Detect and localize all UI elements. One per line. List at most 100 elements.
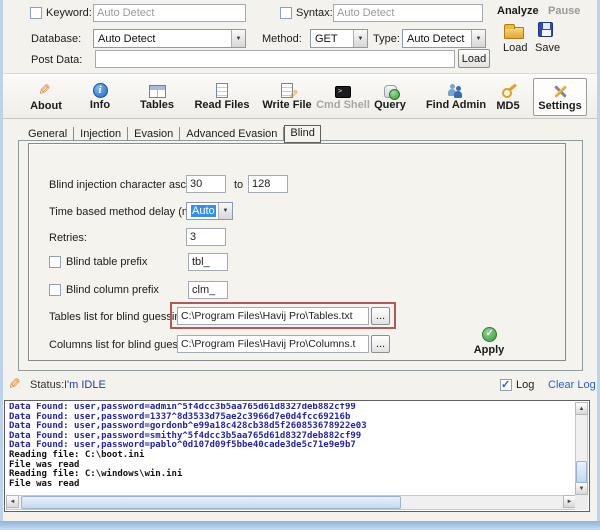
toolbar-label: About bbox=[30, 100, 62, 112]
post-data-label: Post Data: bbox=[31, 54, 82, 66]
database-dropdown[interactable]: Auto Detect ▼ bbox=[93, 29, 246, 48]
log-line: Reading file: C:\boot.ini bbox=[9, 451, 573, 461]
syntax-input[interactable] bbox=[333, 4, 483, 22]
toolbar-read-files-button[interactable]: Read Files bbox=[192, 78, 252, 116]
toolbar-about-button[interactable]: About bbox=[16, 78, 76, 116]
chevron-down-icon: ▼ bbox=[218, 203, 232, 219]
chevron-down-icon: ▼ bbox=[231, 30, 245, 47]
table-icon bbox=[149, 85, 166, 98]
syntax-checkbox[interactable] bbox=[280, 7, 292, 19]
log-output[interactable]: Data Found: user,password=admin^5f4dcc3b… bbox=[4, 400, 590, 512]
toolbar-label: Query bbox=[374, 99, 406, 111]
apply-button[interactable]: Apply bbox=[453, 327, 525, 365]
status-label: Status: bbox=[30, 379, 64, 391]
save-project-button[interactable] bbox=[538, 22, 556, 40]
document-pencil-icon bbox=[281, 83, 293, 98]
log-checkbox[interactable] bbox=[500, 379, 512, 391]
horizontal-scroll-thumb[interactable] bbox=[21, 496, 401, 509]
tab-evasion[interactable]: Evasion bbox=[128, 127, 180, 141]
scroll-left-icon[interactable]: ◄ bbox=[6, 495, 19, 508]
log-text: Data Found: user,password=admin^5f4dcc3b… bbox=[9, 403, 573, 494]
syntax-label: Syntax: bbox=[296, 7, 333, 19]
columns-list-input[interactable] bbox=[177, 335, 369, 353]
database-label: Database: bbox=[31, 33, 81, 45]
chevron-down-icon: ▼ bbox=[353, 30, 367, 47]
tools-icon bbox=[552, 83, 569, 99]
keyword-label: Keyword: bbox=[46, 7, 92, 19]
columns-list-browse-button[interactable]: ... bbox=[371, 335, 390, 353]
post-data-load-button[interactable]: Load bbox=[458, 49, 490, 68]
method-value: GET bbox=[311, 33, 353, 45]
floppy-disk-icon bbox=[538, 22, 553, 37]
settings-tab-control: General Injection Evasion Advanced Evasi… bbox=[18, 126, 583, 372]
window-frame-bottom bbox=[0, 521, 600, 530]
keyword-checkbox[interactable] bbox=[30, 7, 42, 19]
toolbar-label: Settings bbox=[538, 100, 581, 112]
type-value: Auto Detect bbox=[403, 33, 471, 45]
blind-column-prefix-label: Blind column prefix bbox=[66, 284, 159, 296]
horizontal-scrollbar[interactable]: ◄ ► bbox=[6, 495, 576, 510]
blind-table-prefix-input[interactable] bbox=[188, 253, 228, 271]
toolbar-tables-button[interactable]: Tables bbox=[127, 78, 187, 116]
type-dropdown[interactable]: Auto Detect ▼ bbox=[402, 29, 486, 48]
main-toolbar: About Info Tables Read Files Write File … bbox=[0, 75, 600, 119]
delay-dropdown[interactable]: Auto ▼ bbox=[186, 202, 233, 220]
toolbar-settings-button[interactable]: Settings bbox=[533, 78, 587, 116]
keyword-input[interactable] bbox=[93, 4, 246, 22]
analyze-button[interactable]: Analyze bbox=[497, 5, 539, 17]
havij-window: Keyword: Syntax: Analyze Pause Database:… bbox=[0, 0, 600, 530]
window-frame-left bbox=[0, 0, 3, 530]
database-value: Auto Detect bbox=[94, 33, 231, 45]
pencil-icon bbox=[38, 83, 54, 99]
apply-label: Apply bbox=[474, 344, 505, 356]
blind-settings-panel: Blind injection character ascii set: to … bbox=[28, 143, 566, 361]
toolbar-write-file-button[interactable]: Write File bbox=[257, 78, 317, 116]
toolbar-label: MD5 bbox=[496, 100, 519, 112]
blind-column-prefix-checkbox[interactable] bbox=[49, 284, 61, 296]
tables-list-browse-button[interactable]: ... bbox=[371, 307, 390, 325]
clear-log-link[interactable]: Clear Log bbox=[548, 379, 596, 391]
scroll-down-icon[interactable]: ▼ bbox=[575, 482, 588, 495]
toolbar-label: Write File bbox=[262, 99, 311, 111]
terminal-icon bbox=[335, 86, 351, 98]
toolbar-md5-button[interactable]: MD5 bbox=[478, 78, 538, 116]
database-icon bbox=[384, 85, 397, 98]
tables-list-input[interactable] bbox=[177, 307, 369, 325]
tables-list-label: Tables list for blind guessing: bbox=[49, 311, 190, 323]
pause-button[interactable]: Pause bbox=[548, 5, 580, 17]
toolbar-info-button[interactable]: Info bbox=[70, 78, 130, 116]
users-icon bbox=[446, 84, 466, 98]
tab-blind[interactable]: Blind bbox=[284, 125, 320, 143]
blind-column-prefix-input[interactable] bbox=[188, 281, 228, 299]
vertical-scroll-thumb[interactable] bbox=[576, 461, 587, 483]
tab-general[interactable]: General bbox=[22, 127, 74, 141]
vertical-scrollbar[interactable]: ▲ ▼ bbox=[575, 402, 588, 495]
pencil-icon bbox=[8, 377, 24, 393]
retries-input[interactable] bbox=[186, 228, 226, 246]
ascii-to-input[interactable] bbox=[248, 175, 288, 193]
divider bbox=[4, 73, 596, 74]
ascii-from-input[interactable] bbox=[186, 175, 226, 193]
check-circle-icon bbox=[482, 327, 497, 342]
load-project-button[interactable] bbox=[504, 23, 530, 43]
to-label: to bbox=[234, 179, 243, 191]
toolbar-query-button[interactable]: Query bbox=[360, 78, 420, 116]
retries-label: Retries: bbox=[49, 232, 87, 244]
folder-icon bbox=[504, 27, 524, 39]
tab-injection[interactable]: Injection bbox=[74, 127, 128, 141]
post-data-input[interactable] bbox=[95, 50, 455, 68]
log-line: File was read bbox=[9, 480, 573, 490]
method-label: Method: bbox=[262, 33, 302, 45]
log-line: Reading file: C:\windows\win.ini bbox=[9, 470, 573, 480]
tab-strip: General Injection Evasion Advanced Evasi… bbox=[22, 126, 321, 141]
blind-table-prefix-checkbox[interactable] bbox=[49, 256, 61, 268]
scroll-up-icon[interactable]: ▲ bbox=[575, 402, 588, 415]
toolbar-label: Tables bbox=[140, 99, 174, 111]
toolbar-label: Read Files bbox=[194, 99, 249, 111]
method-dropdown[interactable]: GET ▼ bbox=[310, 29, 368, 48]
tab-advanced-evasion[interactable]: Advanced Evasion bbox=[180, 127, 284, 141]
blind-table-prefix-label: Blind table prefix bbox=[66, 256, 147, 268]
delay-value: Auto bbox=[191, 205, 216, 217]
save-action-label: Save bbox=[535, 42, 560, 54]
info-icon bbox=[93, 83, 108, 98]
